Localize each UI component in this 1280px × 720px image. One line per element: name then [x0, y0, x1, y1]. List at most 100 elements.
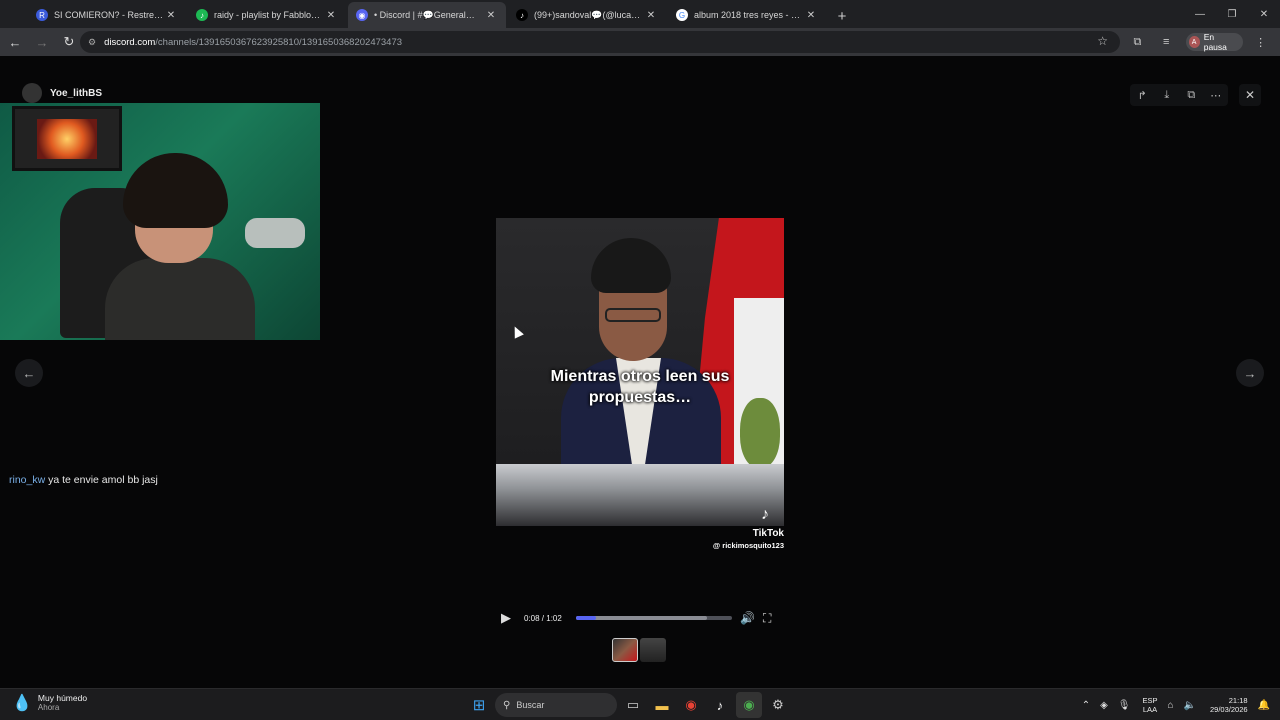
previous-media-button[interactable]: ← — [15, 359, 43, 387]
extensions-icon[interactable]: ⧉ — [1128, 32, 1147, 52]
tiktok-app-icon[interactable]: ♪ — [707, 692, 733, 718]
restore-button[interactable]: ❐ — [1216, 0, 1248, 28]
windows-taskbar: 💧 Muy húmedo Ahora ⊞ ⚲ Buscar ▭ ▬ ◉ ♪ ◉ … — [0, 688, 1280, 720]
discord-page: Yoe_lithBS rino_kw ya te envie amol bb j… — [0, 56, 1280, 688]
tab-close-icon[interactable]: ✕ — [484, 10, 498, 21]
taskbar-search[interactable]: ⚲ Buscar — [495, 693, 617, 717]
chat-overlay-message: rino_kw ya te envie amol bb jasj — [9, 474, 158, 486]
forward-icon[interactable]: → — [30, 30, 54, 54]
url-host: discord.com — [104, 36, 156, 48]
browser-tab[interactable]: ♪ (99+)sandoval💬(@lucas.san…✕ — [508, 2, 666, 28]
settings-app-icon[interactable]: ⚙ — [765, 692, 791, 718]
raindrop-icon: 💧 — [12, 695, 32, 712]
taskbar-clock[interactable]: 21:18 29/03/2026 — [1210, 696, 1248, 714]
browser-menu-icon[interactable]: ⋮ — [1251, 32, 1270, 52]
close-window-button[interactable]: ✕ — [1248, 0, 1280, 28]
tray-chevron-icon[interactable]: ⌃ — [1082, 700, 1090, 711]
network-icon[interactable]: ⌂ — [1168, 700, 1174, 711]
taskbar-apps: ⊞ ⚲ Buscar ▭ ▬ ◉ ♪ ◉ ⚙ — [466, 692, 794, 718]
new-tab-button[interactable]: + — [830, 4, 854, 28]
streamer-figure — [105, 153, 255, 340]
video-progress-bar[interactable] — [576, 616, 732, 620]
notification-icon[interactable]: 🔔 — [1258, 700, 1270, 711]
streamer-name: Yoe_lithBS — [50, 87, 103, 99]
tab-favicon-icon: G — [676, 9, 688, 21]
minimize-button[interactable]: — — [1184, 0, 1216, 28]
tiktok-watermark: TikTok @ rickimosquito123 — [496, 528, 784, 550]
close-viewer-button[interactable]: ✕ — [1239, 84, 1261, 106]
tiktok-label: TikTok — [752, 528, 784, 539]
next-media-button[interactable]: → — [1236, 359, 1264, 387]
toolbar-actions: ⧉ ≡ A En pausa ⋮ — [1128, 28, 1280, 56]
video-controls: ▶ 0:08 / 1:02 🔊 ⛶ — [496, 608, 784, 628]
site-info-icon[interactable]: ⚙ — [88, 37, 96, 48]
played-bar — [576, 616, 597, 620]
video-frame[interactable]: Mientras otros leen sus propuestas… ♪ — [496, 218, 784, 526]
media-thumbnails — [612, 638, 668, 662]
caption-line-1: Mientras otros leen sus — [550, 368, 730, 385]
back-icon[interactable]: ← — [3, 30, 27, 54]
clock-time: 21:18 — [1228, 696, 1248, 705]
chat-username: rino_kw — [9, 474, 46, 486]
profile-avatar: A — [1188, 36, 1200, 48]
weather-sub: Ahora — [37, 703, 60, 712]
chrome-icon[interactable]: ◉ — [678, 692, 704, 718]
browser-tab[interactable]: R SI COMIERON? - Restream ✕ — [28, 2, 186, 28]
media-control-icon[interactable]: ≡ — [1157, 32, 1176, 52]
address-bar[interactable]: ⚙ discord.com/channels/13916503676239258… — [80, 31, 1120, 53]
caption-line-2: propuestas… — [588, 389, 692, 406]
tab-close-icon[interactable]: ✕ — [164, 10, 178, 21]
weather-title: Muy húmedo — [37, 693, 88, 703]
open-external-icon[interactable]: ⧉ — [1182, 89, 1200, 102]
arrow-left-icon: ← — [22, 365, 36, 381]
video-timecode: 0:08 / 1:02 — [524, 613, 562, 623]
tab-title: (99+)sandoval💬(@lucas.san… — [534, 9, 644, 20]
windows-start-icon[interactable]: ⊞ — [466, 692, 492, 718]
flag-crest — [740, 398, 780, 468]
reload-icon[interactable]: ↻ — [57, 30, 81, 54]
tab-favicon-icon: R — [36, 9, 48, 21]
fullscreen-icon[interactable]: ⛶ — [763, 611, 771, 626]
media-viewer-actions: ↱ ⤓ ⧉ ⋯ — [1130, 84, 1228, 106]
speaker-icon[interactable]: 🔈 — [1184, 700, 1196, 711]
window-controls: — ❐ ✕ — [1184, 0, 1280, 28]
podium — [496, 464, 784, 526]
play-icon[interactable]: ▶ — [496, 610, 516, 626]
profile-button[interactable]: A En pausa — [1185, 32, 1244, 52]
tab-favicon-icon: ◉ — [356, 9, 368, 21]
tiktok-handle: @ rickimosquito123 — [712, 541, 784, 550]
thumbnail-current[interactable] — [612, 638, 638, 662]
volume-icon[interactable]: 🔊 — [740, 611, 755, 625]
browser-tab[interactable]: ◉ • Discord | #💬General💬 | 💬 ✕ — [348, 2, 506, 28]
download-icon[interactable]: ⤓ — [1158, 89, 1176, 102]
video-caption: Mientras otros leen sus propuestas… — [496, 366, 784, 408]
microphone-icon[interactable]: 🎙 — [1118, 700, 1131, 711]
weather-widget[interactable]: 💧 Muy húmedo Ahora — [12, 693, 87, 713]
tiktok-logo-icon: ♪ — [761, 506, 769, 523]
streamer-avatar — [22, 83, 42, 103]
more-options-icon[interactable]: ⋯ — [1207, 89, 1225, 102]
url-path: /channels/1391650367623925810/1391650368… — [155, 36, 403, 48]
close-icon: ✕ — [1244, 88, 1256, 102]
file-explorer-icon[interactable]: ▬ — [649, 692, 675, 718]
browser-toolbar: ← → ↻ ⚙ discord.com/channels/13916503676… — [0, 28, 1280, 56]
arrow-right-icon: → — [1243, 365, 1257, 381]
tray-app-icon[interactable]: ◈ — [1100, 700, 1108, 711]
tab-title: • Discord | #💬General💬 | 💬 — [374, 9, 484, 20]
stream-author: Yoe_lithBS — [22, 83, 102, 103]
clock-date: 29/03/2026 — [1210, 705, 1248, 714]
language-layout: LAA — [1142, 705, 1158, 714]
tab-close-icon[interactable]: ✕ — [644, 10, 658, 21]
browser-tab[interactable]: Galbum 2018 tres reyes - Buscar✕ — [668, 2, 826, 28]
tab-close-icon[interactable]: ✕ — [804, 10, 818, 21]
bookmark-star-icon[interactable]: ☆ — [1097, 34, 1108, 48]
tab-title: SI COMIERON? - Restream — [54, 10, 164, 20]
task-view-icon[interactable]: ▭ — [620, 692, 646, 718]
tab-strip: R SI COMIERON? - Restream ✕ ♪ raidy - playli… — [0, 0, 826, 28]
browser-tab[interactable]: ♪ raidy - playlist by Fabblock.Jn |✕ — [188, 2, 346, 28]
forward-share-icon[interactable]: ↱ — [1133, 89, 1151, 102]
chrome-active-icon[interactable]: ◉ — [736, 692, 762, 718]
thumbnail-next[interactable] — [640, 638, 666, 662]
language-indicator[interactable]: ESP LAA — [1142, 696, 1157, 714]
tab-close-icon[interactable]: ✕ — [324, 10, 338, 21]
